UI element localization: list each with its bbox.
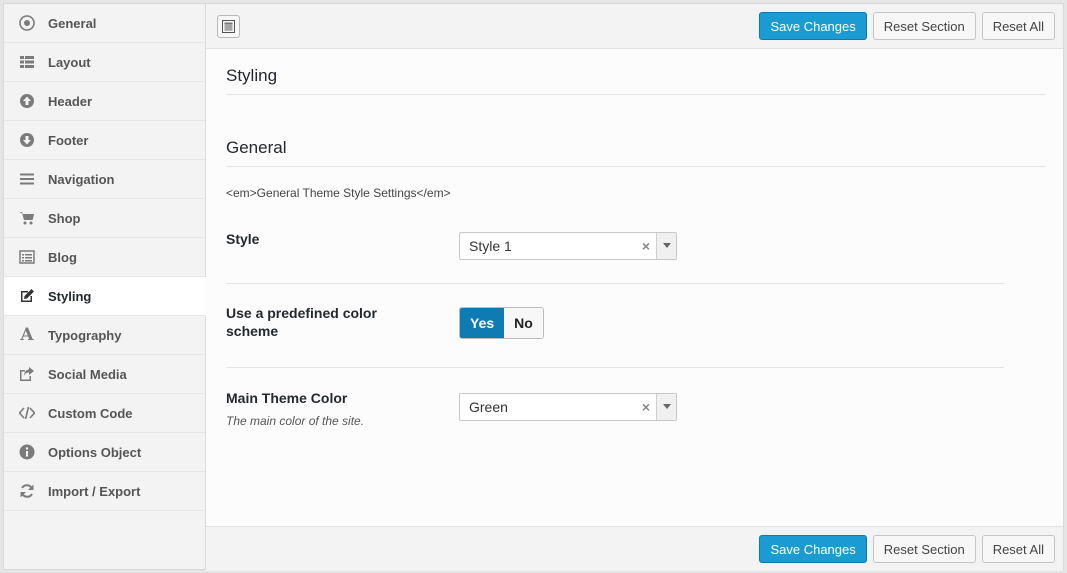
select-value: Style 1 <box>469 238 512 254</box>
toggle-yes[interactable]: Yes <box>460 308 505 338</box>
bars-icon <box>18 170 36 188</box>
top-toolbar: Save Changes Reset Section Reset All <box>206 4 1063 49</box>
field-description: The main color of the site. <box>226 414 365 428</box>
sidebar-item-social-media[interactable]: Social Media <box>4 355 205 394</box>
expand-button[interactable] <box>217 15 240 38</box>
sidebar-item-label: Custom Code <box>48 405 133 421</box>
reset-all-button-bottom[interactable]: Reset All <box>981 535 1055 563</box>
sidebar-item-footer[interactable]: Footer <box>4 121 205 160</box>
select-value: Green <box>469 399 508 415</box>
sidebar-item-label: Navigation <box>48 171 115 187</box>
reset-section-button[interactable]: Reset Section <box>872 12 976 40</box>
field-label: Style <box>226 231 260 247</box>
sidebar-item-label: Typography <box>48 327 122 343</box>
list-icon <box>18 53 36 71</box>
sidebar-item-label: Footer <box>48 132 89 148</box>
sidebar-item-label: General <box>48 15 97 31</box>
clear-icon[interactable]: × <box>636 399 656 415</box>
field-predefined-color-scheme: Use a predefined color scheme Yes No <box>226 284 1004 368</box>
reset-section-button-bottom[interactable]: Reset Section <box>872 535 976 563</box>
field-main-theme-color: Main Theme Color The main color of the s… <box>226 368 1004 448</box>
clear-icon[interactable]: × <box>636 238 656 254</box>
main-color-select[interactable]: Green × <box>459 393 677 421</box>
info-icon <box>18 443 36 461</box>
expand-icon <box>222 20 235 33</box>
sidebar-item-label: Shop <box>48 210 81 226</box>
sidebar-item-general[interactable]: General <box>4 4 205 43</box>
sidebar-item-label: Blog <box>48 249 77 265</box>
sidebar-item-label: Layout <box>48 54 91 70</box>
sidebar-item-label: Import / Export <box>48 483 141 499</box>
content-area: Styling General <em>General Theme Style … <box>226 50 1046 448</box>
sidebar-item-options-object[interactable]: Options Object <box>4 433 205 472</box>
font-icon: A <box>20 325 34 345</box>
edit-icon <box>18 287 36 305</box>
yes-no-toggle[interactable]: Yes No <box>459 307 544 339</box>
info-circle-icon <box>18 14 36 32</box>
list-alt-icon <box>18 248 36 266</box>
sidebar-item-layout[interactable]: Layout <box>4 43 205 82</box>
arrow-up-circle-icon <box>18 92 36 110</box>
sidebar: General Layout Header Footer Navigation <box>4 4 206 569</box>
share-icon <box>18 365 36 383</box>
main-panel: Save Changes Reset Section Reset All Sty… <box>206 4 1063 571</box>
options-panel: General Layout Header Footer Navigation <box>3 3 1064 571</box>
sidebar-item-label: Styling <box>48 288 92 304</box>
sidebar-item-shop[interactable]: Shop <box>4 199 205 238</box>
reset-all-button[interactable]: Reset All <box>981 12 1055 40</box>
save-button-bottom[interactable]: Save Changes <box>759 535 867 563</box>
sidebar-item-label: Social Media <box>48 366 127 382</box>
sidebar-item-import-export[interactable]: Import / Export <box>4 472 205 511</box>
refresh-icon <box>18 482 36 500</box>
sidebar-item-navigation[interactable]: Navigation <box>4 160 205 199</box>
sidebar-item-label: Options Object <box>48 444 142 460</box>
chevron-down-icon[interactable] <box>656 233 676 259</box>
sidebar-item-label: Header <box>48 93 93 109</box>
code-icon <box>18 404 36 422</box>
field-label: Use a predefined color scheme <box>226 305 377 339</box>
chevron-down-icon[interactable] <box>656 394 676 420</box>
sidebar-item-custom-code[interactable]: Custom Code <box>4 394 205 433</box>
page-title: Styling <box>226 50 1046 95</box>
field-style: Style Style 1 × <box>226 216 1004 284</box>
save-button[interactable]: Save Changes <box>759 12 867 40</box>
sidebar-item-header[interactable]: Header <box>4 82 205 121</box>
sidebar-item-styling[interactable]: Styling <box>4 277 206 316</box>
sidebar-item-typography[interactable]: A Typography <box>4 316 205 355</box>
arrow-down-circle-icon <box>18 131 36 149</box>
toggle-no[interactable]: No <box>504 308 543 338</box>
cart-icon <box>18 209 36 227</box>
field-label: Main Theme Color <box>226 390 348 406</box>
section-description: <em>General Theme Style Settings</em> <box>226 186 451 200</box>
style-select[interactable]: Style 1 × <box>459 232 677 260</box>
section-title: General <box>226 122 1046 167</box>
bottom-toolbar: Save Changes Reset Section Reset All <box>206 526 1063 571</box>
sidebar-item-blog[interactable]: Blog <box>4 238 205 277</box>
